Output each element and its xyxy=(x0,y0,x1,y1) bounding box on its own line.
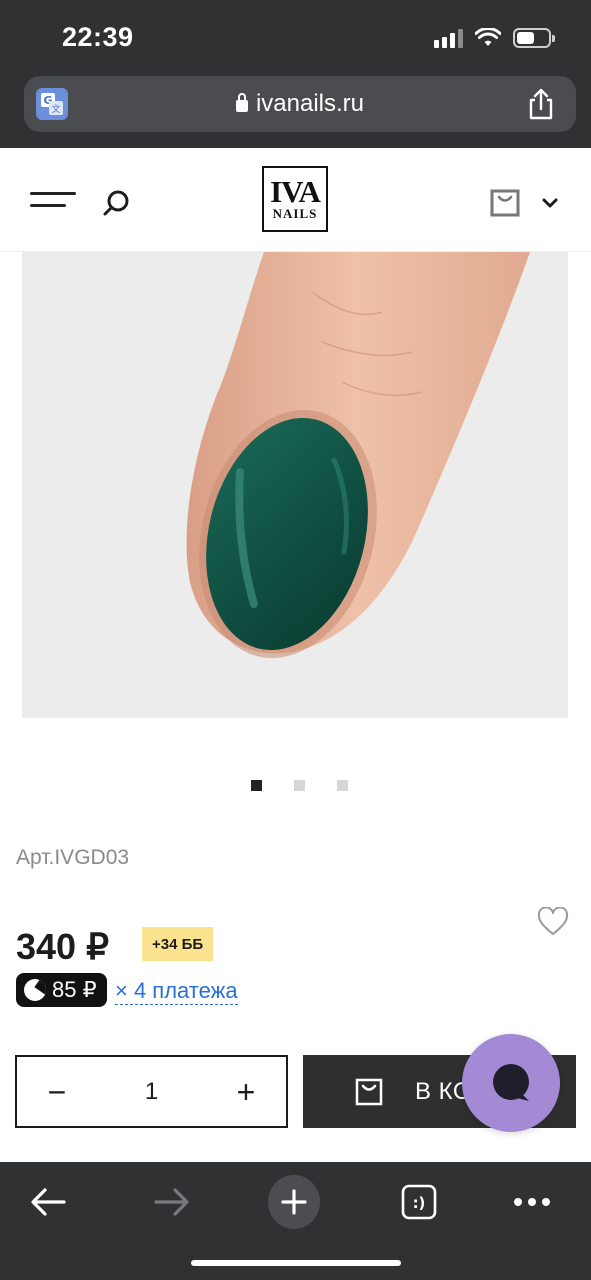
new-tab-plus-icon[interactable] xyxy=(268,1175,320,1229)
cart-bag-icon xyxy=(355,1078,383,1105)
home-indicator[interactable] xyxy=(191,1260,401,1266)
qty-minus-button[interactable]: − xyxy=(45,1076,69,1108)
bonus-badge: +34 ББ xyxy=(142,927,214,961)
split-logo-icon xyxy=(24,979,46,1001)
share-icon[interactable] xyxy=(526,88,556,120)
search-icon[interactable] xyxy=(102,188,132,218)
split-payment-link[interactable]: × 4 платежа xyxy=(115,978,238,1005)
lock-icon xyxy=(235,93,248,112)
tabs-icon[interactable]: :) xyxy=(393,1176,445,1228)
address-bar[interactable]: G 文 ivanails.ru xyxy=(24,76,576,132)
product-sku: Арт.IVGD03 xyxy=(16,846,130,869)
svg-text::): :) xyxy=(413,1194,426,1212)
more-icon[interactable] xyxy=(506,1176,558,1228)
split-payment-pill[interactable]: 85 ₽ xyxy=(16,973,107,1007)
logo-line1: IVA xyxy=(270,174,321,209)
gallery-dot-1[interactable] xyxy=(251,780,262,791)
gallery-dot-2[interactable] xyxy=(294,780,305,791)
chevron-down-icon[interactable] xyxy=(542,196,558,208)
product-image[interactable] xyxy=(22,252,568,718)
chat-icon xyxy=(493,1064,529,1101)
url-text: ivanails.ru xyxy=(255,90,365,117)
signal-icon xyxy=(434,28,463,48)
menu-icon[interactable] xyxy=(30,192,76,212)
bag-icon[interactable] xyxy=(490,188,520,218)
logo-line2: NAILS xyxy=(272,206,318,221)
nail-photo xyxy=(186,252,531,659)
svg-text:文: 文 xyxy=(51,103,60,115)
gallery-dots xyxy=(0,780,591,791)
battery-icon xyxy=(513,28,555,48)
chat-widget-button[interactable] xyxy=(462,1034,560,1132)
qty-value[interactable]: 1 xyxy=(145,1078,158,1106)
status-time: 22:39 xyxy=(62,22,134,52)
status-icons xyxy=(434,28,555,48)
translate-icon[interactable]: G 文 xyxy=(36,88,68,120)
qty-plus-button[interactable]: + xyxy=(234,1076,258,1108)
site-logo[interactable]: IVA NAILS xyxy=(262,166,328,232)
split-amount: 85 ₽ xyxy=(52,977,97,1002)
wifi-icon xyxy=(475,28,501,46)
product-price: 340 ₽ xyxy=(16,926,109,967)
forward-arrow-icon[interactable] xyxy=(146,1176,198,1228)
heart-icon[interactable] xyxy=(537,906,569,937)
gallery-dot-3[interactable] xyxy=(337,780,348,791)
browser-top-bar: 22:39 G 文 ivanails.ru xyxy=(0,0,591,148)
site-header: IVA NAILS xyxy=(0,148,591,252)
url-display[interactable]: ivanails.ru xyxy=(235,90,365,118)
quantity-stepper: − 1 + xyxy=(15,1055,288,1128)
back-arrow-icon[interactable] xyxy=(22,1176,74,1228)
